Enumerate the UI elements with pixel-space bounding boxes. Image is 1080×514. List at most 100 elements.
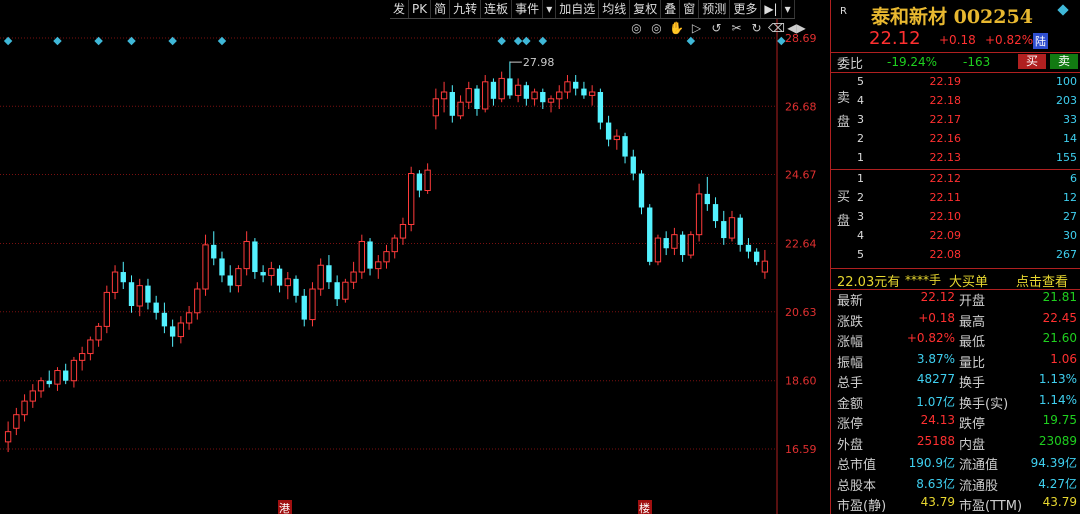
toolbar-item-4[interactable]: 连板 <box>481 0 513 18</box>
level-price: 22.08 <box>929 248 962 261</box>
tool-icon-0[interactable]: ◎ <box>628 21 645 35</box>
candle-body <box>326 265 332 283</box>
stat-label: 换手(实) <box>959 396 1009 412</box>
max-price-label: 27.98 <box>523 56 555 69</box>
candle-body <box>21 400 28 416</box>
candle-body <box>416 173 423 191</box>
tool-icon-7[interactable]: ⌫ <box>768 21 785 35</box>
toolbar-item-7[interactable]: 加自选 <box>556 0 600 18</box>
tool-icon-3[interactable]: ▷ <box>688 21 705 35</box>
stats-row: 金额 1.07亿 换手(实) 1.14% <box>831 393 1080 412</box>
tool-icon-8[interactable]: ◀▶ <box>787 21 805 35</box>
weibi-diff: -163 <box>963 55 991 69</box>
sell_side-row[interactable]: 4 22.18 203 <box>831 94 1080 113</box>
toolbar-item-15[interactable]: ▾ <box>782 0 795 18</box>
stat-value: 3.87% <box>916 351 955 366</box>
candle-body <box>309 288 316 321</box>
toolbar-item-5[interactable]: 事件 <box>512 0 544 18</box>
stat-value: 94.39亿 <box>1030 456 1077 470</box>
stat-label: 总市值 <box>837 458 877 473</box>
buy_side-row[interactable]: 2 22.11 12 <box>831 191 1080 210</box>
toolbar-item-2[interactable]: 简 <box>431 0 451 18</box>
candle-body <box>424 169 431 192</box>
candle-body <box>63 370 69 381</box>
toolbar-item-11[interactable]: 窗 <box>680 0 700 18</box>
candle-body <box>219 258 225 276</box>
candle-body <box>95 325 102 341</box>
level-volume: 203 <box>1056 94 1077 107</box>
stat-value: +0.82% <box>906 331 955 345</box>
candle-body <box>29 390 36 402</box>
stat-label: 最高 <box>959 314 986 330</box>
toolbar-item-8[interactable]: 均线 <box>599 0 631 18</box>
toolbar-item-0[interactable]: 发 <box>390 0 410 18</box>
level-num: 1 <box>857 151 864 164</box>
sell_side-row[interactable]: 2 22.16 14 <box>831 132 1080 151</box>
candle-body <box>507 78 513 96</box>
toolbar-item-14[interactable]: ▶| <box>761 0 782 18</box>
candle-body <box>564 81 571 93</box>
stat-value: 19.75 <box>1042 413 1077 427</box>
toolbar-item-9[interactable]: 复权 <box>630 0 662 18</box>
candle-body <box>13 414 20 429</box>
stat-label: 涨跌 <box>837 314 864 330</box>
big-order-hand: ****手 <box>905 273 942 287</box>
stat-label: 开盘 <box>959 294 986 309</box>
stat-value: 21.81 <box>1042 290 1077 304</box>
candle-body <box>317 264 324 290</box>
candle-body <box>540 92 546 103</box>
toolbar-item-6[interactable]: ▾ <box>543 0 557 18</box>
stat-label: 金额 <box>837 396 864 412</box>
candle-body <box>136 285 143 307</box>
candle-body <box>268 268 275 276</box>
sell_side-row[interactable]: 5 22.19 100 <box>831 75 1080 94</box>
weibi-ratio: -19.24% <box>887 55 938 69</box>
tool-icon-1[interactable]: ◎ <box>648 21 665 35</box>
kline-chart[interactable]: 28.6926.6824.6722.6420.6318.6016.5927.98… <box>0 0 830 514</box>
candle-body <box>78 353 86 361</box>
candle-body <box>301 295 307 320</box>
big-order-link[interactable]: 点击查看 <box>1016 271 1068 290</box>
sell_side-row[interactable]: 3 22.17 33 <box>831 113 1080 132</box>
tool-icon-6[interactable]: ↻ <box>748 21 765 35</box>
toolbar-item-10[interactable]: 叠 <box>661 0 681 18</box>
tool-icon-4[interactable]: ↺ <box>708 21 725 35</box>
kline-chart-area[interactable]: 28.69 26.68 24.67 22.64 20.63 18.60 16.59 27.98… <box>0 0 830 514</box>
sell_side-row[interactable]: 1 22.13 155 <box>831 151 1080 170</box>
toolbar-item-13[interactable]: 更多 <box>730 0 762 18</box>
buy_side-row[interactable]: 1 22.12 6 <box>831 172 1080 191</box>
candle-body <box>350 271 357 283</box>
sell-button[interactable]: 卖 <box>1050 54 1078 69</box>
buy-button[interactable]: 买 <box>1018 54 1046 69</box>
stat-value: 8.63亿 <box>916 476 955 491</box>
buy_side-row[interactable]: 5 22.08 267 <box>831 248 1080 267</box>
candle-body <box>243 240 250 270</box>
stat-label: 涨停 <box>837 417 864 432</box>
level-volume: 33 <box>1063 113 1077 126</box>
toolbar-item-3[interactable]: 九转 <box>450 0 482 18</box>
toolbar-item-12[interactable]: 预测 <box>699 0 731 18</box>
level-num: 4 <box>857 229 864 242</box>
candle-body <box>185 312 193 324</box>
candle-body <box>573 81 579 89</box>
tool-icon-5[interactable]: ✂ <box>728 21 745 35</box>
stat-label: 换手 <box>959 376 986 391</box>
buy_side-row[interactable]: 3 22.10 27 <box>831 210 1080 229</box>
level-price: 22.11 <box>929 191 962 204</box>
stat-value: 21.60 <box>1042 331 1077 345</box>
candle-body <box>169 326 176 337</box>
tool-icon-2[interactable]: ✋ <box>668 21 685 35</box>
diamond-icon[interactable] <box>1057 4 1069 16</box>
level-volume: 27 <box>1063 210 1077 223</box>
candle-body <box>252 241 258 273</box>
stock-title[interactable]: 泰和新材 002254 <box>871 2 1033 29</box>
candle-body <box>4 431 12 443</box>
candle-body <box>630 156 636 174</box>
buy_side-row[interactable]: 4 22.09 30 <box>831 229 1080 248</box>
y-tick-label: 26.68 <box>785 100 817 113</box>
toolbar-item-1[interactable]: PK <box>409 0 432 18</box>
level-volume: 155 <box>1056 151 1077 164</box>
candle-body <box>399 223 407 239</box>
level-price: 22.09 <box>929 229 962 242</box>
candle-body <box>712 204 719 222</box>
